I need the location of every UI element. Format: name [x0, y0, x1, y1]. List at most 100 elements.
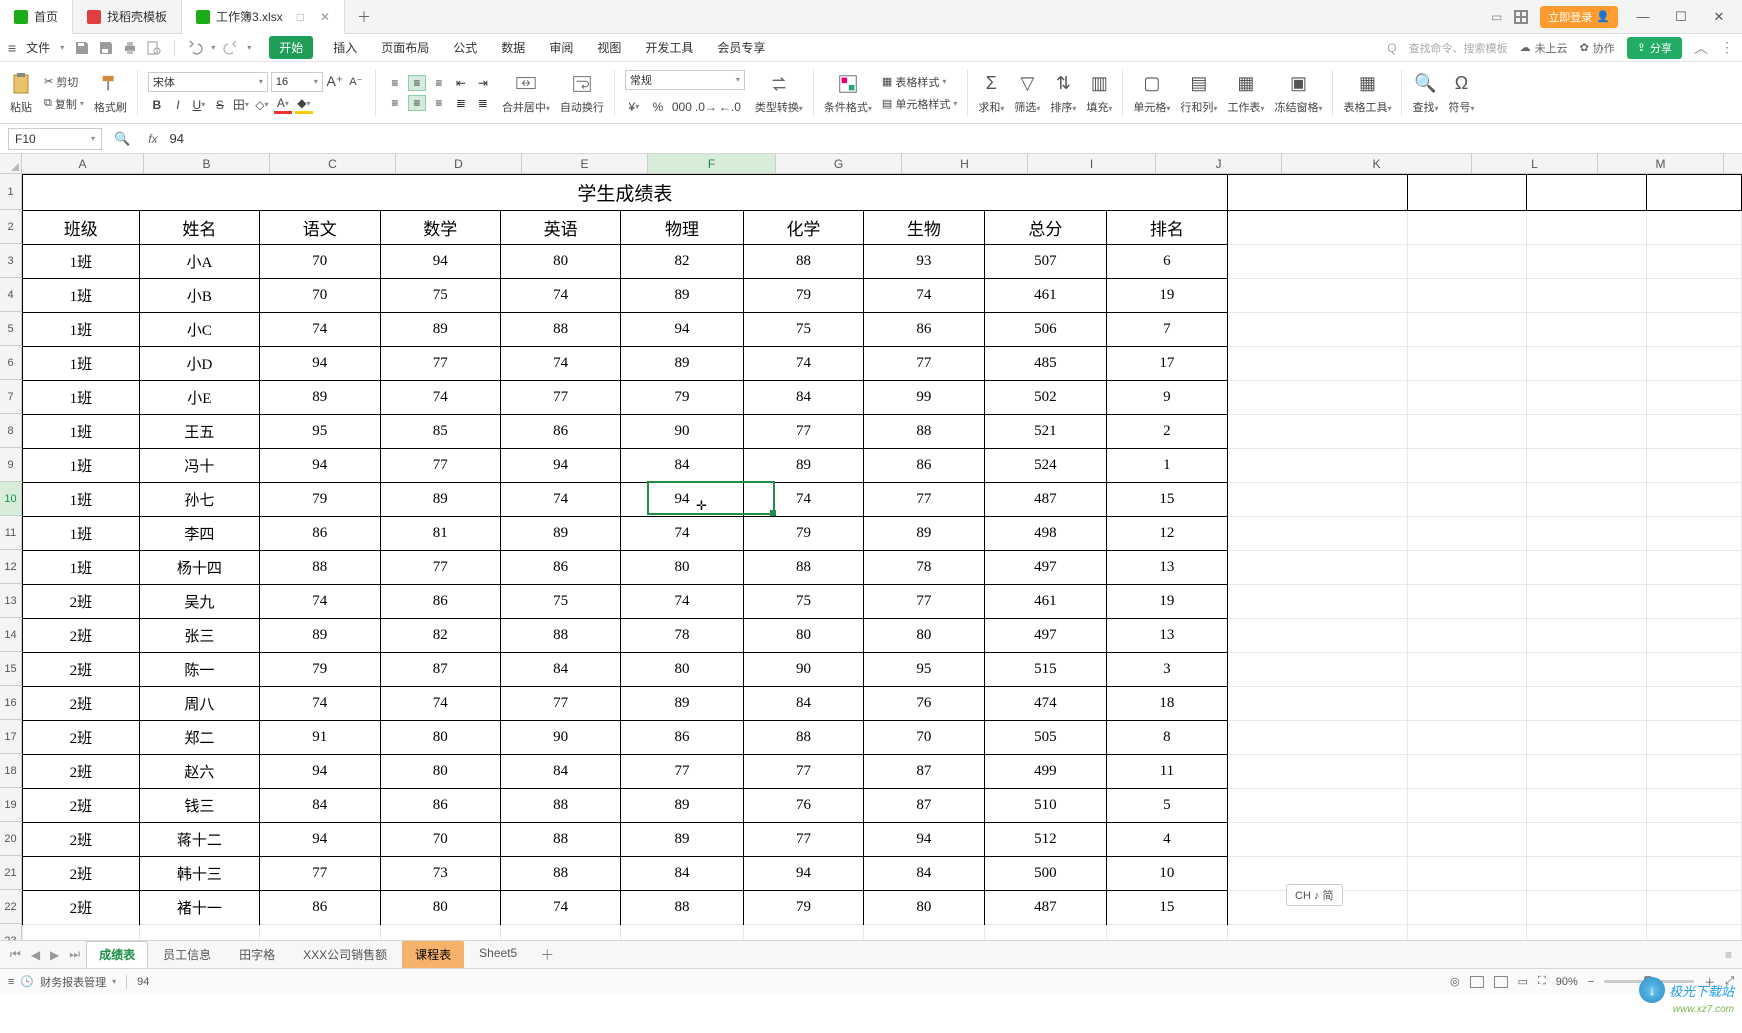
cell[interactable]: [260, 925, 380, 941]
cell[interactable]: 89: [743, 449, 863, 483]
cell[interactable]: 88: [743, 245, 863, 279]
print-preview-icon[interactable]: [146, 40, 162, 56]
save-as-icon[interactable]: [98, 40, 114, 56]
cell[interactable]: 94: [260, 347, 380, 381]
cell[interactable]: 75: [380, 279, 500, 313]
font-color-button[interactable]: A▾: [274, 96, 292, 114]
goto-icon[interactable]: 🔍: [114, 131, 130, 147]
cell[interactable]: [1407, 347, 1527, 381]
cell[interactable]: [1227, 653, 1407, 687]
col-head-D[interactable]: D: [396, 154, 522, 174]
cell[interactable]: 70: [260, 279, 380, 313]
sheet-nav-next-icon[interactable]: ▶: [46, 948, 63, 962]
eye-icon[interactable]: ◎: [1450, 975, 1460, 988]
cell[interactable]: [1227, 483, 1407, 517]
cell[interactable]: 12: [1107, 517, 1227, 551]
cell[interactable]: 18: [1107, 687, 1227, 721]
cell[interactable]: [1527, 857, 1647, 891]
cell[interactable]: 512: [984, 823, 1107, 857]
cell[interactable]: [1647, 175, 1742, 211]
align-bottom-icon[interactable]: ≡: [430, 75, 448, 91]
cell[interactable]: 79: [260, 483, 380, 517]
cell[interactable]: 95: [260, 415, 380, 449]
cell[interactable]: [1527, 551, 1647, 585]
fx-icon[interactable]: fx: [148, 132, 157, 146]
maximize-button[interactable]: ☐: [1668, 9, 1694, 25]
sort-group[interactable]: ⇅排序▾: [1050, 71, 1076, 115]
table-header[interactable]: 化学: [743, 211, 863, 245]
cell[interactable]: [1227, 381, 1407, 415]
cell[interactable]: 周八: [139, 687, 259, 721]
merge-group[interactable]: 合并居中▾: [502, 71, 550, 115]
sheet-list-icon[interactable]: ≡: [1721, 948, 1736, 962]
cell[interactable]: [1527, 925, 1647, 941]
cell[interactable]: 88: [500, 619, 620, 653]
tab-template[interactable]: 找稻壳模板: [73, 0, 182, 34]
table-header[interactable]: 英语: [500, 211, 620, 245]
close-window-button[interactable]: ✕: [1706, 9, 1732, 25]
cell[interactable]: 74: [500, 483, 620, 517]
row-head-23[interactable]: 23: [0, 924, 22, 940]
copy-button[interactable]: ⧉复制▾: [44, 96, 84, 112]
cell[interactable]: [23, 925, 140, 941]
cell[interactable]: 1班: [23, 517, 140, 551]
cell[interactable]: 80: [621, 653, 743, 687]
cell[interactable]: [1407, 687, 1527, 721]
cell[interactable]: [1227, 755, 1407, 789]
cell[interactable]: [1407, 925, 1527, 941]
row-head-13[interactable]: 13: [0, 584, 22, 618]
cell[interactable]: 84: [621, 857, 743, 891]
table-header[interactable]: 总分: [984, 211, 1107, 245]
cell[interactable]: [1407, 619, 1527, 653]
rowcol-group[interactable]: ▤行和列▾: [1180, 71, 1217, 115]
cell[interactable]: 75: [743, 313, 863, 347]
fullscreen-icon[interactable]: ⛶: [1538, 975, 1546, 988]
cell[interactable]: 73: [380, 857, 500, 891]
cell[interactable]: [139, 925, 259, 941]
align-middle-icon[interactable]: ≡: [408, 75, 426, 91]
cell[interactable]: 77: [260, 857, 380, 891]
cell[interactable]: 6: [1107, 245, 1227, 279]
cell[interactable]: 88: [621, 891, 743, 925]
cell[interactable]: [1647, 619, 1742, 653]
name-box[interactable]: F10▾: [8, 128, 102, 150]
cell[interactable]: 86: [621, 721, 743, 755]
cell[interactable]: 吴九: [139, 585, 259, 619]
cell[interactable]: [1647, 279, 1742, 313]
cell[interactable]: 88: [743, 721, 863, 755]
fill-group[interactable]: ▥填充▾: [1086, 71, 1112, 115]
cell[interactable]: [1647, 347, 1742, 381]
cell[interactable]: 84: [260, 789, 380, 823]
cell[interactable]: 77: [380, 449, 500, 483]
cell[interactable]: [1407, 211, 1527, 245]
cell[interactable]: 19: [1107, 585, 1227, 619]
symbol-group[interactable]: Ω符号▾: [1449, 71, 1475, 115]
cell[interactable]: 79: [743, 279, 863, 313]
increase-font-icon[interactable]: A⁺: [326, 73, 344, 91]
col-head-A[interactable]: A: [22, 154, 144, 174]
align-left-icon[interactable]: ≡: [386, 95, 404, 111]
cell[interactable]: [1407, 551, 1527, 585]
cell[interactable]: 89: [621, 279, 743, 313]
cell[interactable]: 王五: [139, 415, 259, 449]
cell[interactable]: [1407, 857, 1527, 891]
cell[interactable]: 89: [500, 517, 620, 551]
grid-icon[interactable]: [1514, 10, 1528, 24]
undo-dropdown-icon[interactable]: ▾: [211, 43, 215, 52]
table-header[interactable]: 数学: [380, 211, 500, 245]
cell[interactable]: [1407, 755, 1527, 789]
cell[interactable]: 75: [743, 585, 863, 619]
cell[interactable]: [1407, 653, 1527, 687]
row-head-7[interactable]: 7: [0, 380, 22, 414]
cell[interactable]: 90: [500, 721, 620, 755]
cell[interactable]: [1647, 415, 1742, 449]
cell[interactable]: [1647, 381, 1742, 415]
cell[interactable]: 89: [621, 789, 743, 823]
align-center-icon[interactable]: ≡: [408, 95, 426, 111]
ribbon-tab-5[interactable]: 审阅: [545, 36, 577, 59]
paste-group[interactable]: 粘贴: [8, 71, 34, 115]
sheet-tab-2[interactable]: 田字格: [226, 941, 288, 968]
font-size-select[interactable]: 16▾: [271, 72, 323, 92]
row-head-15[interactable]: 15: [0, 652, 22, 686]
cell[interactable]: 74: [260, 687, 380, 721]
